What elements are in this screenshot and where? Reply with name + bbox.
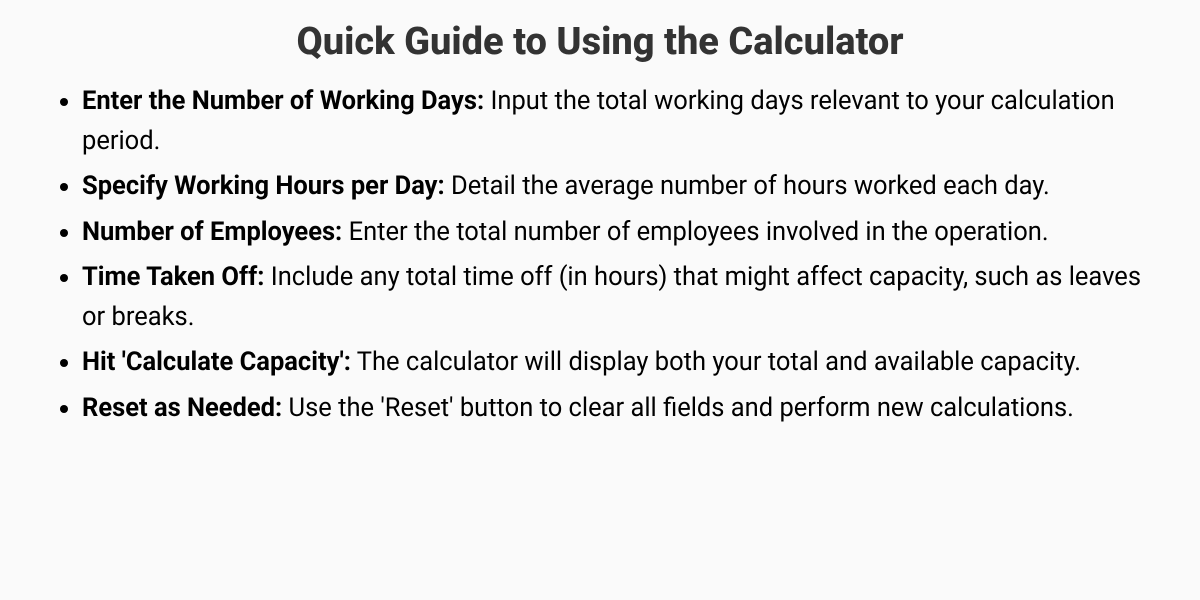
item-label: Number of Employees:: [82, 217, 342, 247]
list-item: Specify Working Hours per Day: Detail th…: [82, 167, 1160, 207]
list-item: Number of Employees: Enter the total num…: [82, 213, 1160, 253]
item-desc: Detail the average number of hours worke…: [445, 171, 1050, 201]
list-item: Reset as Needed: Use the 'Reset' button …: [82, 389, 1160, 429]
item-desc: The calculator will display both your to…: [351, 347, 1081, 377]
item-label: Specify Working Hours per Day:: [82, 171, 445, 201]
list-item: Time Taken Off: Include any total time o…: [82, 258, 1160, 337]
guide-list: Enter the Number of Working Days: Input …: [40, 82, 1160, 428]
list-item: Hit 'Calculate Capacity': The calculator…: [82, 343, 1160, 383]
item-desc: Enter the total number of employees invo…: [342, 217, 1048, 247]
item-label: Reset as Needed:: [82, 393, 282, 423]
item-label: Time Taken Off:: [82, 262, 264, 292]
item-desc: Use the 'Reset' button to clear all fiel…: [282, 393, 1074, 423]
item-label: Hit 'Calculate Capacity':: [82, 347, 351, 377]
list-item: Enter the Number of Working Days: Input …: [82, 82, 1160, 161]
page-title: Quick Guide to Using the Calculator: [40, 20, 1160, 64]
item-label: Enter the Number of Working Days:: [82, 86, 484, 116]
